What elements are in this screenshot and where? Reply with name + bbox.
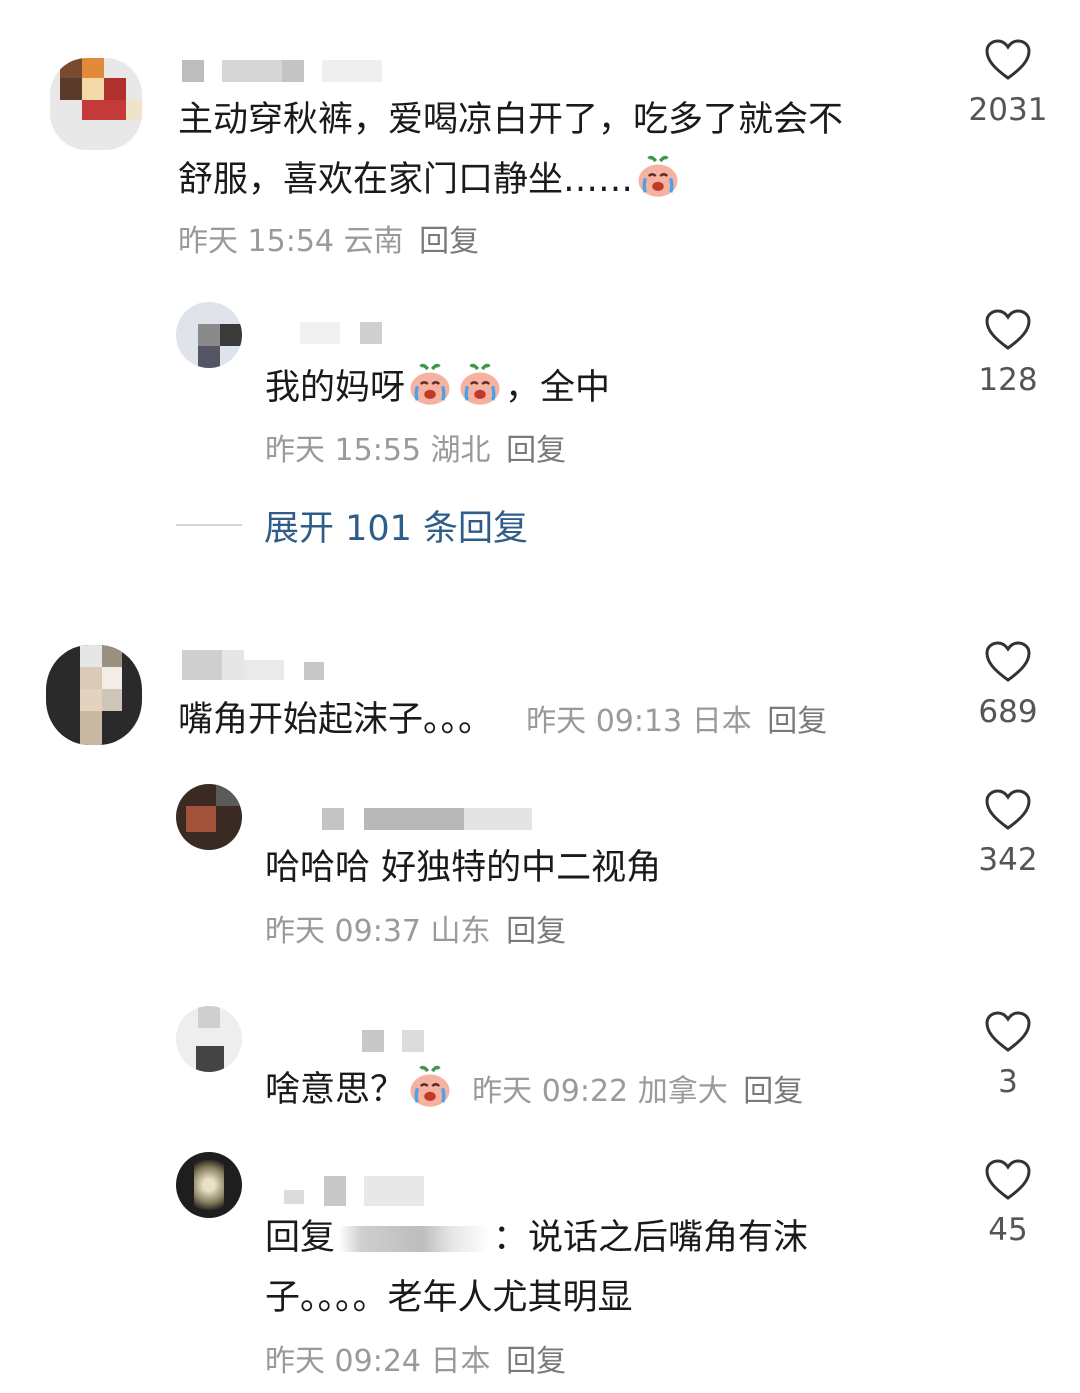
expand-replies-button[interactable]: 展开 101 条回复 (176, 500, 528, 550)
comment-meta: 昨天 09:37 山东 回复 (265, 912, 566, 952)
comment-text: 嘴角开始起沫子。。。 昨天 09:13 日本 回复 (178, 700, 828, 740)
like-count: 2031 (968, 92, 1048, 128)
like-button[interactable]: 689 (953, 640, 1063, 732)
heart-icon (985, 789, 1031, 830)
like-count: 128 (978, 362, 1038, 398)
comment-meta: 昨天 09:13 日本 回复 (526, 704, 827, 739)
reply-text: 子。。。。老年人尤其明显 (265, 1278, 633, 1318)
avatar[interactable] (176, 1006, 242, 1072)
reply-button[interactable]: 回复 (419, 224, 479, 259)
location: 山东 (430, 914, 491, 949)
expand-replies-label: 展开 101 条回复 (264, 508, 529, 549)
like-button[interactable]: 3 (953, 1010, 1063, 1102)
timestamp: 昨天 15:54 (178, 224, 334, 259)
like-button[interactable]: 45 (953, 1158, 1063, 1250)
timestamp: 昨天 09:13 (526, 704, 683, 739)
crying-emoji-icon (410, 363, 450, 405)
like-button[interactable]: 128 (953, 308, 1063, 400)
heart-icon (985, 309, 1031, 350)
location: 湖北 (430, 433, 491, 468)
heart-icon (985, 39, 1031, 80)
location: 云南 (343, 224, 404, 259)
username[interactable] (182, 60, 382, 82)
location: 日本 (430, 1344, 491, 1379)
comment-meta: 昨天 09:24 日本 回复 (265, 1342, 566, 1382)
reply-text: 我的妈呀 ，全中 (265, 358, 610, 418)
heart-icon (985, 1159, 1031, 1200)
reply-button[interactable]: 回复 (743, 1074, 803, 1109)
reply-button[interactable]: 回复 (506, 433, 566, 468)
reply-prefix: 回复 (265, 1218, 336, 1258)
username[interactable] (322, 808, 532, 830)
like-count: 45 (988, 1212, 1028, 1248)
timestamp: 昨天 09:24 (265, 1344, 421, 1379)
timestamp: 昨天 09:37 (265, 914, 421, 949)
crying-emoji-icon (410, 1065, 450, 1107)
comment-text: 主动穿秋裤，爱喝凉白开了，吃多了就会不 (178, 100, 844, 140)
comment-meta: 昨天 15:54 云南 回复 (178, 222, 479, 262)
like-count: 342 (978, 842, 1038, 878)
avatar[interactable] (176, 784, 242, 850)
like-button[interactable]: 2031 (953, 38, 1063, 130)
comment-meta: 昨天 09:22 加拿大 回复 (472, 1074, 803, 1109)
avatar[interactable] (50, 58, 142, 150)
timestamp: 昨天 15:55 (265, 433, 421, 468)
reply-button[interactable]: 回复 (506, 1344, 566, 1379)
reply-text: 回复 ：说话之后嘴角有沫 (265, 1218, 809, 1258)
like-button[interactable]: 342 (953, 788, 1063, 880)
like-count: 3 (998, 1064, 1018, 1100)
location: 加拿大 (637, 1074, 728, 1109)
blurred-username[interactable] (339, 1226, 490, 1252)
username[interactable] (182, 650, 342, 680)
username[interactable] (284, 1176, 434, 1206)
like-count: 689 (978, 694, 1038, 730)
reply-button[interactable]: 回复 (506, 914, 566, 949)
username[interactable] (362, 1030, 432, 1052)
avatar[interactable] (176, 1152, 242, 1218)
reply-text: 啥意思？ 昨天 09:22 加拿大 回复 (265, 1060, 803, 1122)
avatar[interactable] (46, 645, 142, 745)
divider (176, 524, 242, 526)
timestamp: 昨天 09:22 (472, 1074, 629, 1109)
avatar[interactable] (176, 302, 242, 368)
comment-text: 舒服，喜欢在家门口静坐…… (178, 150, 683, 210)
heart-icon (985, 641, 1031, 682)
reply-button[interactable]: 回复 (767, 704, 827, 739)
crying-emoji-icon (638, 155, 678, 197)
crying-emoji-icon (460, 363, 500, 405)
comment-meta: 昨天 15:55 湖北 回复 (265, 431, 566, 471)
username[interactable] (300, 322, 390, 344)
reply-text: 哈哈哈 好独特的中二视角 (265, 848, 662, 888)
heart-icon (985, 1011, 1031, 1052)
location: 日本 (691, 704, 752, 739)
